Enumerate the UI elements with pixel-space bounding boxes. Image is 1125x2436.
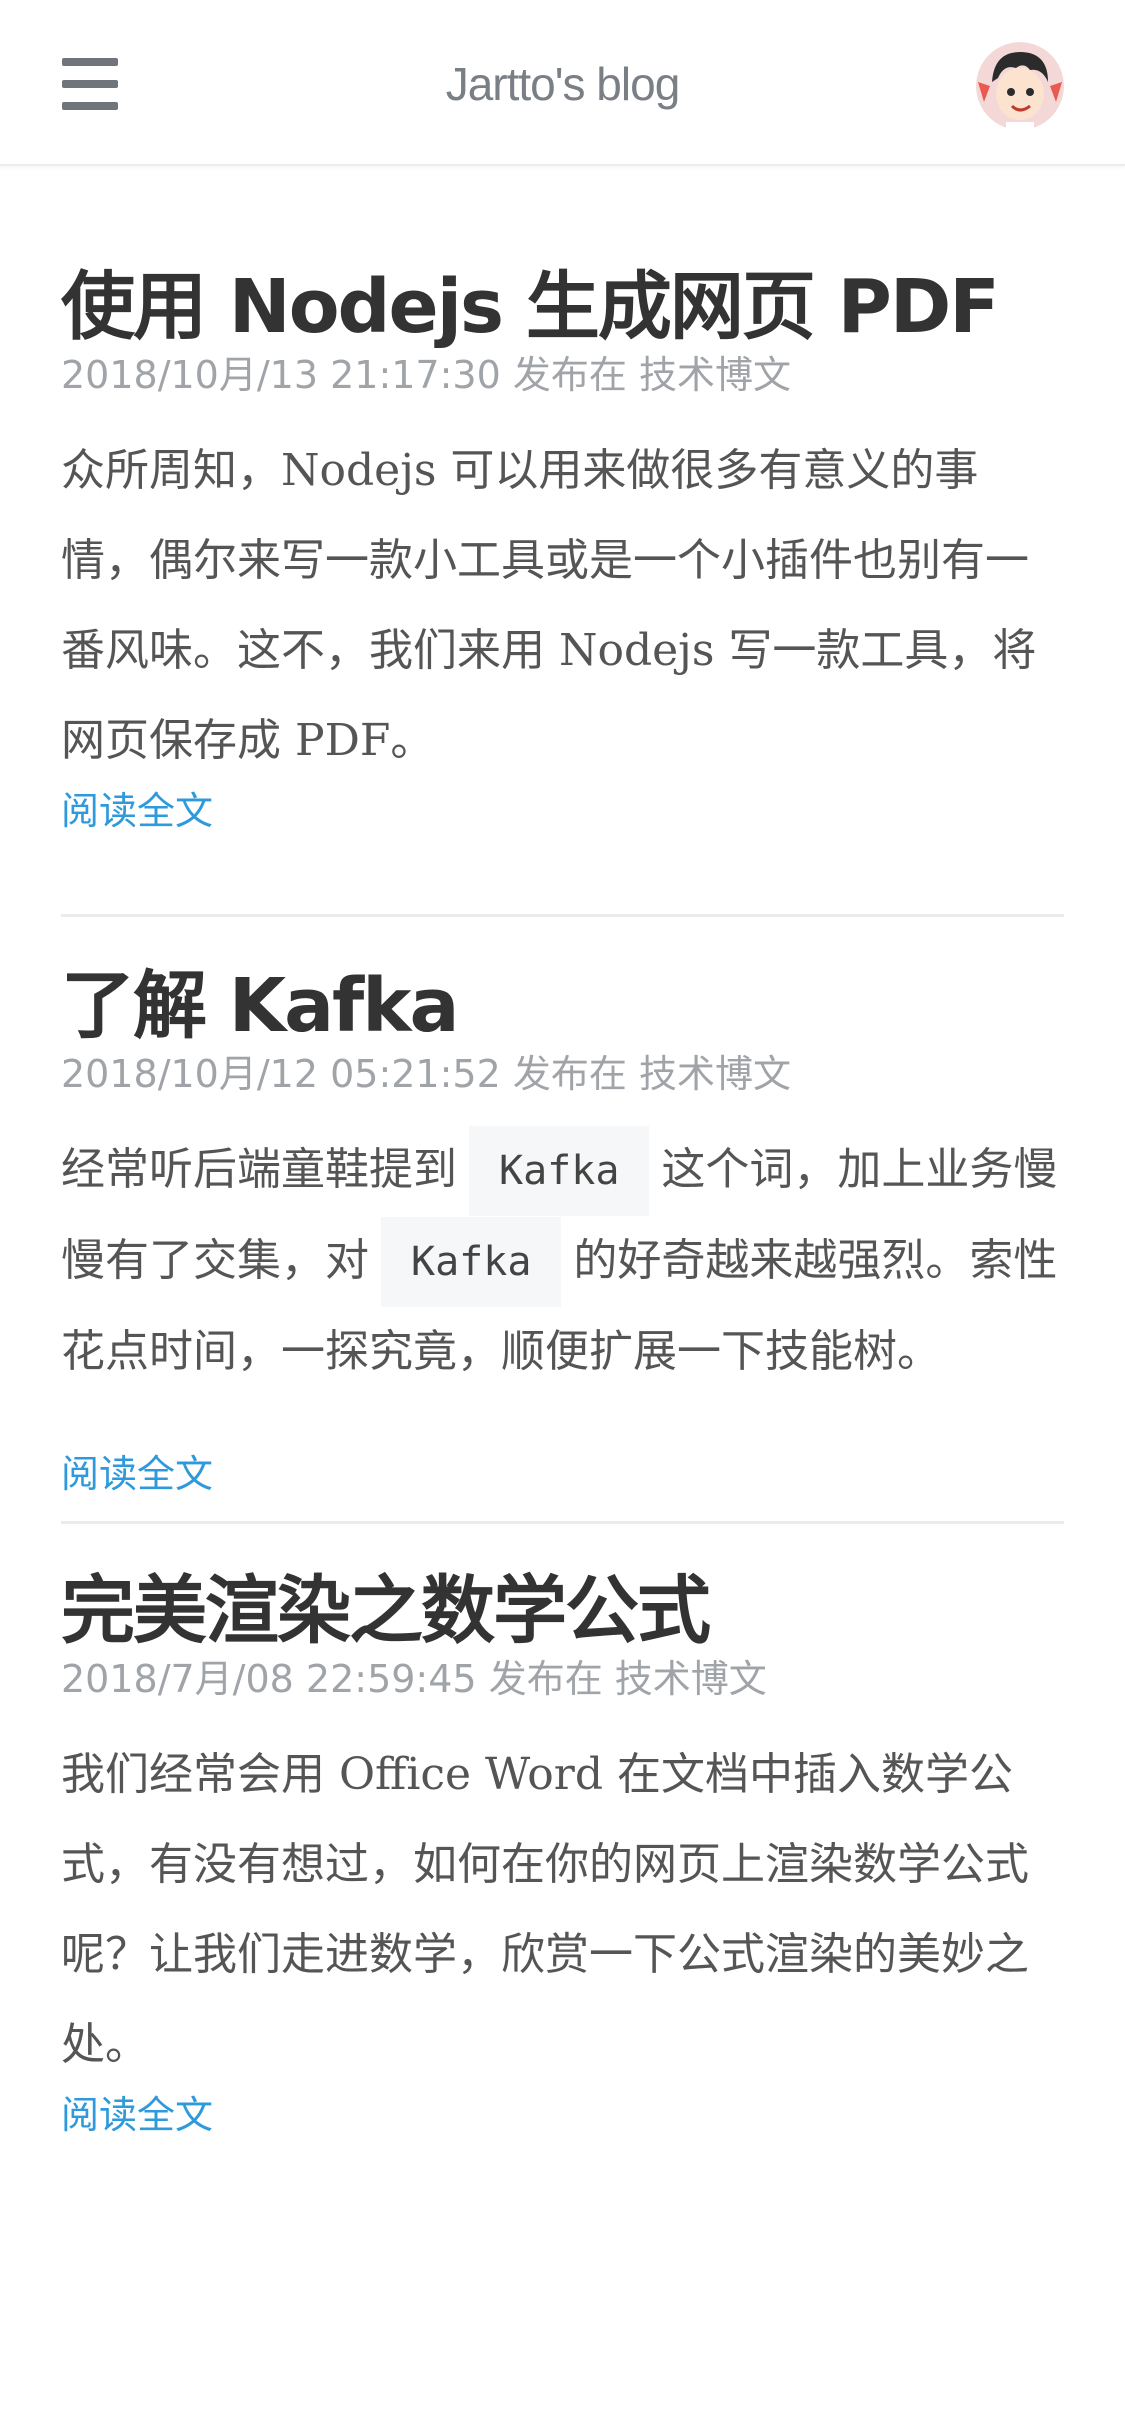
post-meta: 2018/7月/08 22:59:45 发布在 技术博文: [61, 1654, 1064, 1704]
post-category-link[interactable]: 技术博文: [639, 1052, 791, 1096]
post-published-in: 发布在: [488, 1657, 603, 1701]
excerpt-text: 经常听后端童鞋提到: [61, 1144, 457, 1195]
site-title[interactable]: Jartto's blog: [0, 52, 1125, 116]
avatar-icon[interactable]: [976, 42, 1064, 130]
post-title[interactable]: 使用 Nodejs 生成网页 PDF: [61, 260, 1064, 354]
post-published-in: 发布在: [512, 353, 627, 397]
read-more-link[interactable]: 阅读全文: [61, 786, 213, 836]
post-item: 完美渲染之数学公式 2018/7月/08 22:59:45 发布在 技术博文 我…: [61, 1524, 1064, 2140]
post-category-link[interactable]: 技术博文: [639, 353, 791, 397]
post-excerpt: 我们经常会用 Office Word 在文档中插入数学公式，有没有想过，如何在你…: [61, 1749, 1029, 2070]
read-more-link[interactable]: 阅读全文: [61, 2090, 213, 2140]
post-excerpt: 众所周知，Nodejs 可以用来做很多有意义的事情，偶尔来写一款小工具或是一个小…: [61, 445, 1037, 766]
post-meta: 2018/10月/13 21:17:30 发布在 技术博文: [61, 350, 1064, 400]
post-date: 2018/7月/08 22:59:45: [61, 1657, 477, 1701]
post-title[interactable]: 了解 Kafka: [61, 959, 1064, 1053]
inline-code: Kafka: [469, 1126, 650, 1216]
post-published-in: 发布在: [512, 1052, 627, 1096]
top-navigation-bar: Jartto's blog: [0, 0, 1125, 166]
post-meta: 2018/10月/12 05:21:52 发布在 技术博文: [61, 1049, 1064, 1099]
post-item: 使用 Nodejs 生成网页 PDF 2018/10月/13 21:17:30 …: [61, 166, 1064, 836]
post-item: 了解 Kafka 2018/10月/12 05:21:52 发布在 技术博文 经…: [61, 917, 1064, 1499]
post-date: 2018/10月/13 21:17:30: [61, 353, 501, 397]
inline-code: Kafka: [381, 1217, 562, 1307]
post-title[interactable]: 完美渲染之数学公式: [61, 1564, 1064, 1658]
post-category-link[interactable]: 技术博文: [615, 1657, 767, 1701]
read-more-link[interactable]: 阅读全文: [61, 1449, 213, 1499]
post-excerpt: 经常听后端童鞋提到 Kafka 这个词，加上业务慢慢有了交集，对 Kafka 的好奇越来…: [61, 1125, 1064, 1397]
post-list: 使用 Nodejs 生成网页 PDF 2018/10月/13 21:17:30 …: [61, 166, 1064, 2140]
post-date: 2018/10月/12 05:21:52: [61, 1052, 501, 1096]
